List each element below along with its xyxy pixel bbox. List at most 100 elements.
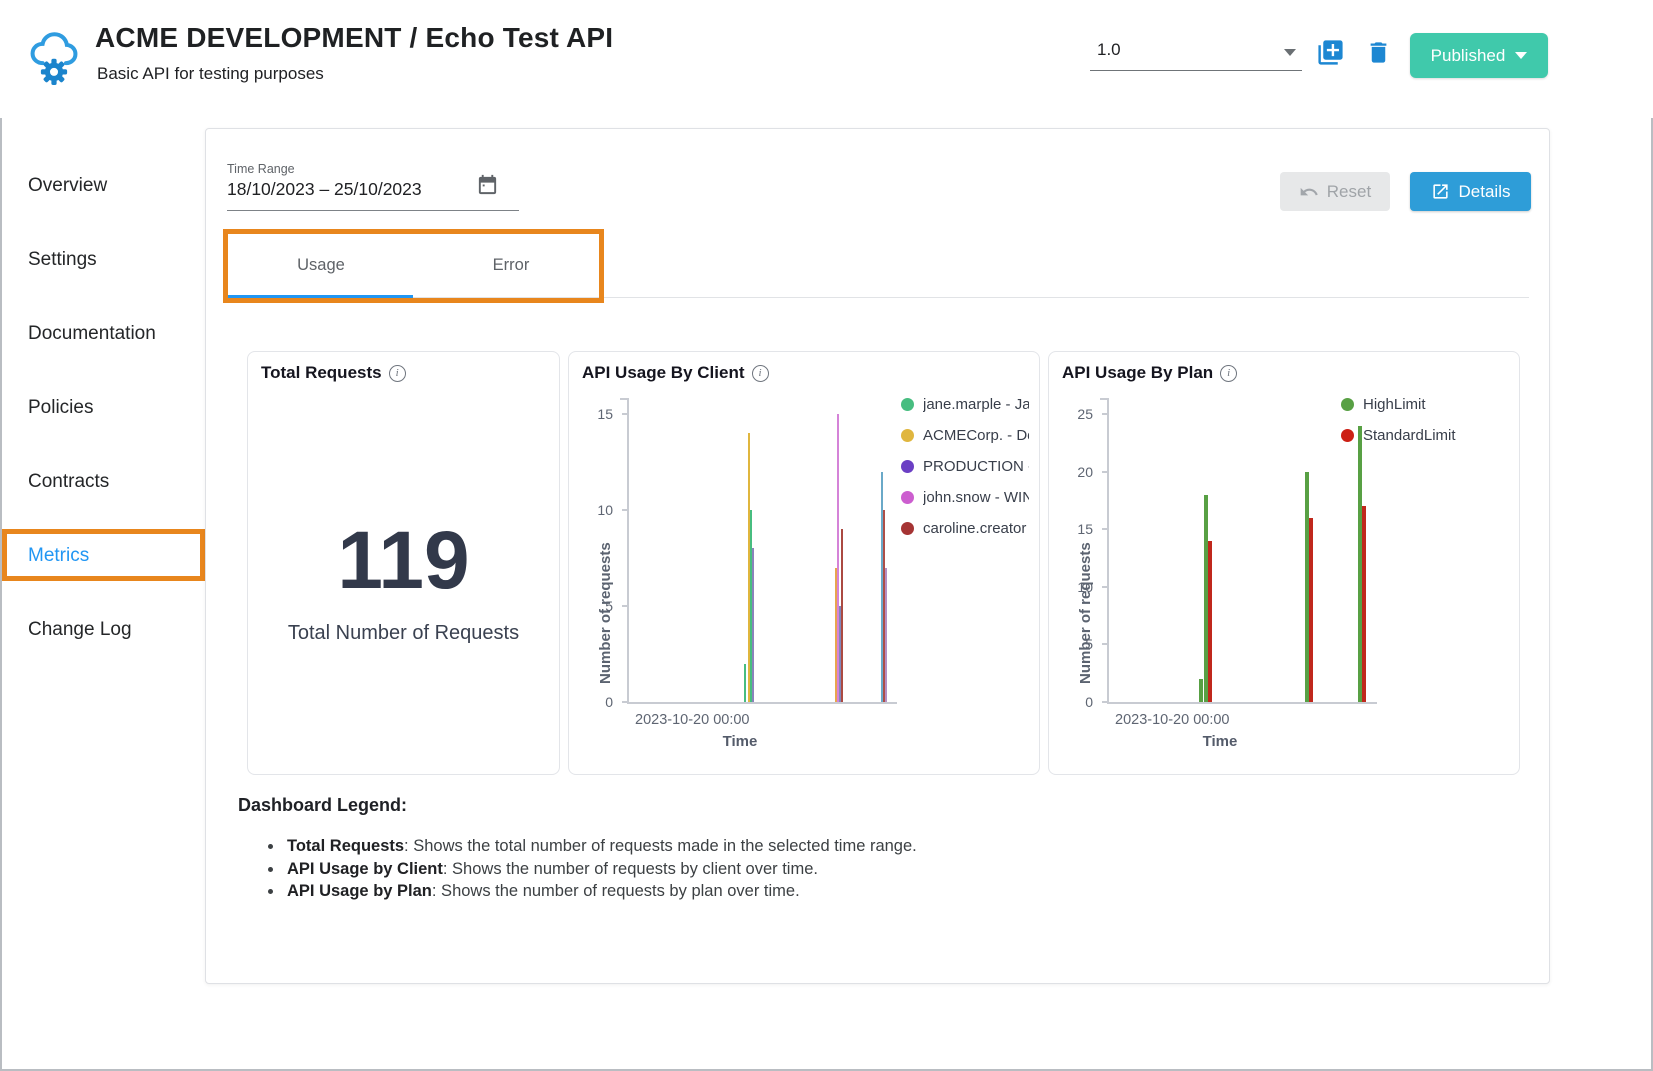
api-usage-by-plan-card: API Usage By Plan i Number of requests 0…	[1048, 351, 1520, 775]
client-chart-legend: jane.marple - Janes... ACMECorp. - Dev P…	[901, 396, 1029, 551]
legend-text: : Shows the total number of requests mad…	[404, 837, 917, 855]
y-tick-label: 20	[1077, 464, 1093, 480]
annotation-box-tabs	[223, 229, 604, 303]
plan-chart-y-axis: 0510152025	[1049, 414, 1109, 702]
annotation-box-metrics	[2, 529, 205, 581]
apiman-cloud-logo-icon	[26, 26, 82, 88]
status-published-button[interactable]: Published	[1410, 33, 1548, 78]
version-select[interactable]: 1.0	[1090, 34, 1302, 71]
y-tick-label: 5	[605, 598, 613, 614]
legend-item[interactable]: jane.marple - Janes...	[901, 396, 1029, 413]
plan-chart-plot	[1109, 414, 1377, 702]
y-tick-label: 15	[597, 406, 613, 422]
y-axis-line	[1107, 398, 1109, 702]
open-in-new-icon	[1431, 182, 1450, 201]
legend-item[interactable]: ACMECorp. - Dev	[901, 427, 1029, 444]
sidebar-item-settings[interactable]: Settings	[28, 249, 97, 271]
legend-item[interactable]: john.snow - WINTE...	[901, 489, 1029, 506]
legend-item[interactable]: HighLimit	[1341, 396, 1506, 413]
legend-dot	[901, 491, 914, 504]
legend-item[interactable]: StandardLimit	[1341, 427, 1506, 444]
plan-chart-legend: HighLimit StandardLimit	[1341, 396, 1506, 458]
chart-spike	[744, 664, 746, 702]
time-range-value[interactable]: 18/10/2023 – 25/10/2023	[227, 179, 422, 200]
sidebar-item-documentation[interactable]: Documentation	[28, 323, 156, 345]
legend-dot	[1341, 429, 1354, 442]
api-description: Basic API for testing purposes	[97, 64, 324, 84]
y-tick-label: 0	[605, 694, 613, 710]
reset-button[interactable]: Reset	[1280, 172, 1390, 211]
total-requests-caption: Total Number of Requests	[248, 622, 559, 645]
legend-label: HighLimit	[1363, 396, 1426, 413]
sidebar-item-policies[interactable]: Policies	[28, 397, 93, 419]
y-axis-line	[627, 398, 629, 702]
plan-chart-x-tick: 2023-10-20 00:00	[1115, 712, 1230, 728]
chart-spike	[1362, 506, 1366, 702]
details-label: Details	[1459, 182, 1511, 202]
y-tick-label: 25	[1077, 406, 1093, 422]
y-tick-label: 0	[1085, 694, 1093, 710]
legend-term: API Usage by Client	[287, 860, 443, 878]
chart-spike	[752, 548, 754, 702]
dashboard-legend-list: Total Requests: Shows the total number o…	[264, 835, 917, 903]
legend-label: jane.marple - Janes...	[923, 396, 1029, 413]
time-range-label: Time Range	[227, 162, 295, 176]
legend-dot	[1341, 398, 1354, 411]
chart-spike	[885, 568, 887, 702]
legend-dot	[901, 429, 914, 442]
legend-label: ACMECorp. - Dev	[923, 427, 1029, 444]
x-axis-line	[1107, 702, 1377, 704]
page-title: ACME DEVELOPMENT / Echo Test API	[95, 22, 613, 54]
chart-spike	[1208, 541, 1212, 702]
legend-label: caroline.creator - S...	[923, 520, 1029, 537]
details-button[interactable]: Details	[1410, 172, 1531, 211]
delete-api-button[interactable]	[1365, 38, 1392, 67]
chevron-down-icon	[1515, 52, 1527, 59]
new-version-button[interactable]	[1316, 38, 1345, 67]
api-usage-by-client-card: API Usage By Client i Number of requests…	[568, 351, 1040, 775]
sidebar-item-overview[interactable]: Overview	[28, 175, 107, 197]
total-requests-value: 119	[248, 520, 559, 602]
x-axis-line	[627, 702, 897, 704]
reset-label: Reset	[1327, 182, 1371, 202]
legend-item[interactable]: PRODUCTION - AC...	[901, 458, 1029, 475]
legend-text: : Shows the number of requests by plan o…	[432, 882, 800, 900]
legend-dot	[901, 522, 914, 535]
legend-dot	[901, 460, 914, 473]
y-tick-label: 15	[1077, 521, 1093, 537]
plan-chart-title: API Usage By Plan	[1062, 363, 1213, 383]
legend-label: PRODUCTION - AC...	[923, 458, 1029, 475]
page-header: ACME DEVELOPMENT / Echo Test API Basic A…	[0, 0, 1653, 118]
plan-chart-x-axis-label: Time	[1109, 733, 1331, 750]
total-requests-card: Total Requests i 119 Total Number of Req…	[247, 351, 560, 775]
sidebar-item-change-log[interactable]: Change Log	[28, 619, 132, 641]
info-icon[interactable]: i	[752, 365, 769, 382]
legend-dot	[901, 398, 914, 411]
reset-icon	[1299, 182, 1319, 202]
sidebar-item-contracts[interactable]: Contracts	[28, 471, 109, 493]
chevron-down-icon	[1284, 49, 1296, 56]
status-published-label: Published	[1431, 46, 1506, 66]
list-item: API Usage by Client: Shows the number of…	[264, 858, 917, 881]
legend-term: API Usage by Plan	[287, 882, 432, 900]
info-icon[interactable]: i	[1220, 365, 1237, 382]
legend-term: Total Requests	[287, 837, 404, 855]
client-chart-plot	[629, 414, 897, 702]
client-chart-title: API Usage By Client	[582, 363, 745, 383]
metrics-panel: Time Range 18/10/2023 – 25/10/2023 Reset…	[205, 128, 1550, 984]
date-picker-button[interactable]	[476, 173, 499, 196]
chart-spike	[1199, 679, 1203, 702]
dashboard-legend-heading: Dashboard Legend:	[238, 795, 407, 816]
legend-item[interactable]: caroline.creator - S...	[901, 520, 1029, 537]
client-chart-x-tick: 2023-10-20 00:00	[635, 712, 750, 728]
chart-spike	[1309, 518, 1313, 702]
info-icon[interactable]: i	[389, 365, 406, 382]
y-tick-label: 10	[1077, 579, 1093, 595]
trash-icon	[1365, 38, 1392, 67]
total-requests-title: Total Requests	[261, 363, 382, 383]
list-item: API Usage by Plan: Shows the number of r…	[264, 880, 917, 903]
legend-label: john.snow - WINTE...	[923, 489, 1029, 506]
y-tick-label: 10	[597, 502, 613, 518]
legend-text: : Shows the number of requests by client…	[443, 860, 818, 878]
client-chart-y-axis: 051015	[569, 414, 629, 702]
